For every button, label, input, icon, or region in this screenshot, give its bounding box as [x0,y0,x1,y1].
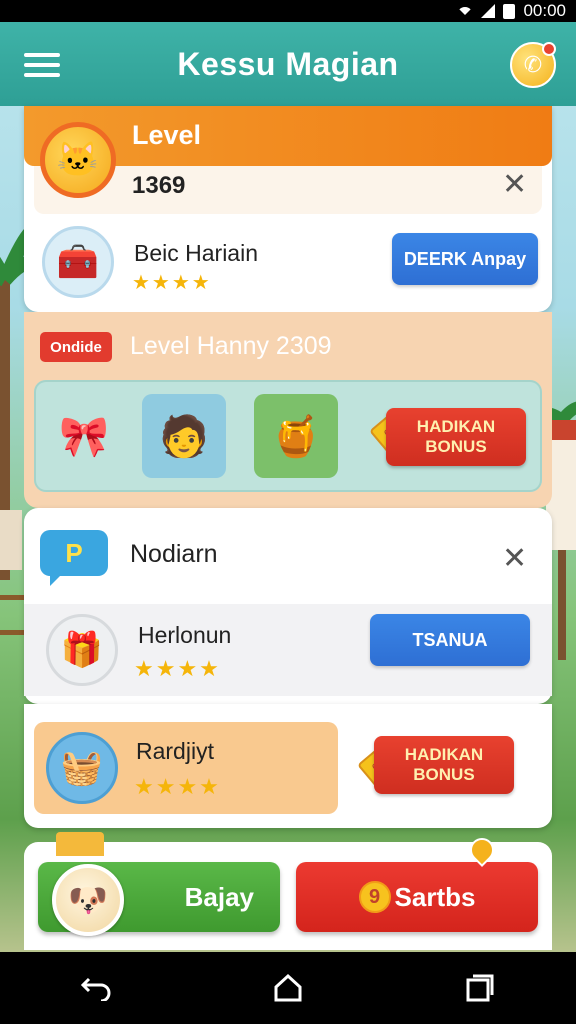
bonus-button[interactable]: HADIKAN BONUS [374,736,514,794]
crown-icon [56,832,104,856]
phone-icon[interactable]: ✆ [510,42,556,88]
band-title: Level Hanny 2309 [130,332,332,360]
back-icon[interactable] [66,963,126,1013]
dog-avatar-icon: 🐶 [52,864,124,936]
section-title: Nodiarn [130,540,218,568]
new-badge: Ondide [40,332,112,362]
fence [0,595,24,635]
treasure-chest-icon: 🧰 [42,226,114,298]
coin-icon: 9 [358,881,391,913]
chat-bubble-icon: P [40,530,108,586]
reward-panel: 🧺 Rardjiyt ★★★★ [34,722,338,814]
close-icon[interactable]: ✕ [502,544,527,574]
level-card: 🐱 Level 1369 ✕ 🧰 Beic Hariain ★★★★ DEERK… [24,106,552,312]
recents-icon[interactable] [450,963,510,1013]
notification-item: 🎁 Herlonun ★★★★ TSANUA [24,604,552,696]
star-rating: ★★★★ [134,774,221,799]
gift-box-icon: 🎁 [46,614,118,686]
status-bar: 00:00 [0,0,576,22]
level-label: Level [132,120,202,150]
home-icon[interactable] [258,963,318,1013]
jar-icon[interactable]: 🍯 [254,394,338,478]
reward-row: 🧺 Rardjiyt ★★★★ % HADIKAN BONUS [24,704,552,828]
notification-item-button[interactable]: TSANUA [370,614,530,666]
hamburger-icon[interactable] [24,53,60,77]
hut [0,510,22,570]
cat-icon: 🐱 [40,122,116,198]
notification-card: P Nodiarn ✕ 🎁 Herlonun ★★★★ TSANUA [24,508,552,704]
notification-dot [542,42,556,56]
reward-tray: 🎀 🧑 🍯 % HADIKAN BONUS [34,380,542,492]
red-action-button[interactable]: 9 Sartbs [296,862,538,932]
item-name: Herlonun [138,622,232,648]
green-button-label: Bajay [184,881,254,912]
action-bar: 🐶 Bajay 9 Sartbs [24,832,552,950]
wifi-icon [457,7,474,15]
battery-icon [503,3,516,19]
ribbon-character-icon[interactable]: 🎀 [42,394,126,478]
app-title: Kessu Magian [177,45,399,82]
signal-icon [481,4,496,18]
item-name: Beic Hariain [134,240,258,266]
status-time: 00:00 [523,1,566,20]
basket-icon: 🧺 [46,732,118,804]
star-rating: ★★★★ [132,272,212,294]
star-rating: ★★★★ [134,656,221,681]
bonus-button[interactable]: HADIKAN BONUS [386,408,526,466]
navigation-bar [0,952,576,1024]
close-icon[interactable]: ✕ [502,170,527,200]
level-item-button[interactable]: DEERK Anpay [392,233,538,285]
level-number: 1369 [132,172,186,199]
red-button-label: Sartbs [394,881,476,912]
app-bar: Kessu Magian ✆ [0,22,576,106]
character-icon[interactable]: 🧑 [142,394,226,478]
item-name: Rardjiyt [136,738,214,764]
new-level-band: Ondide Level Hanny 2309 🎀 🧑 🍯 % HADIKAN … [24,312,552,508]
